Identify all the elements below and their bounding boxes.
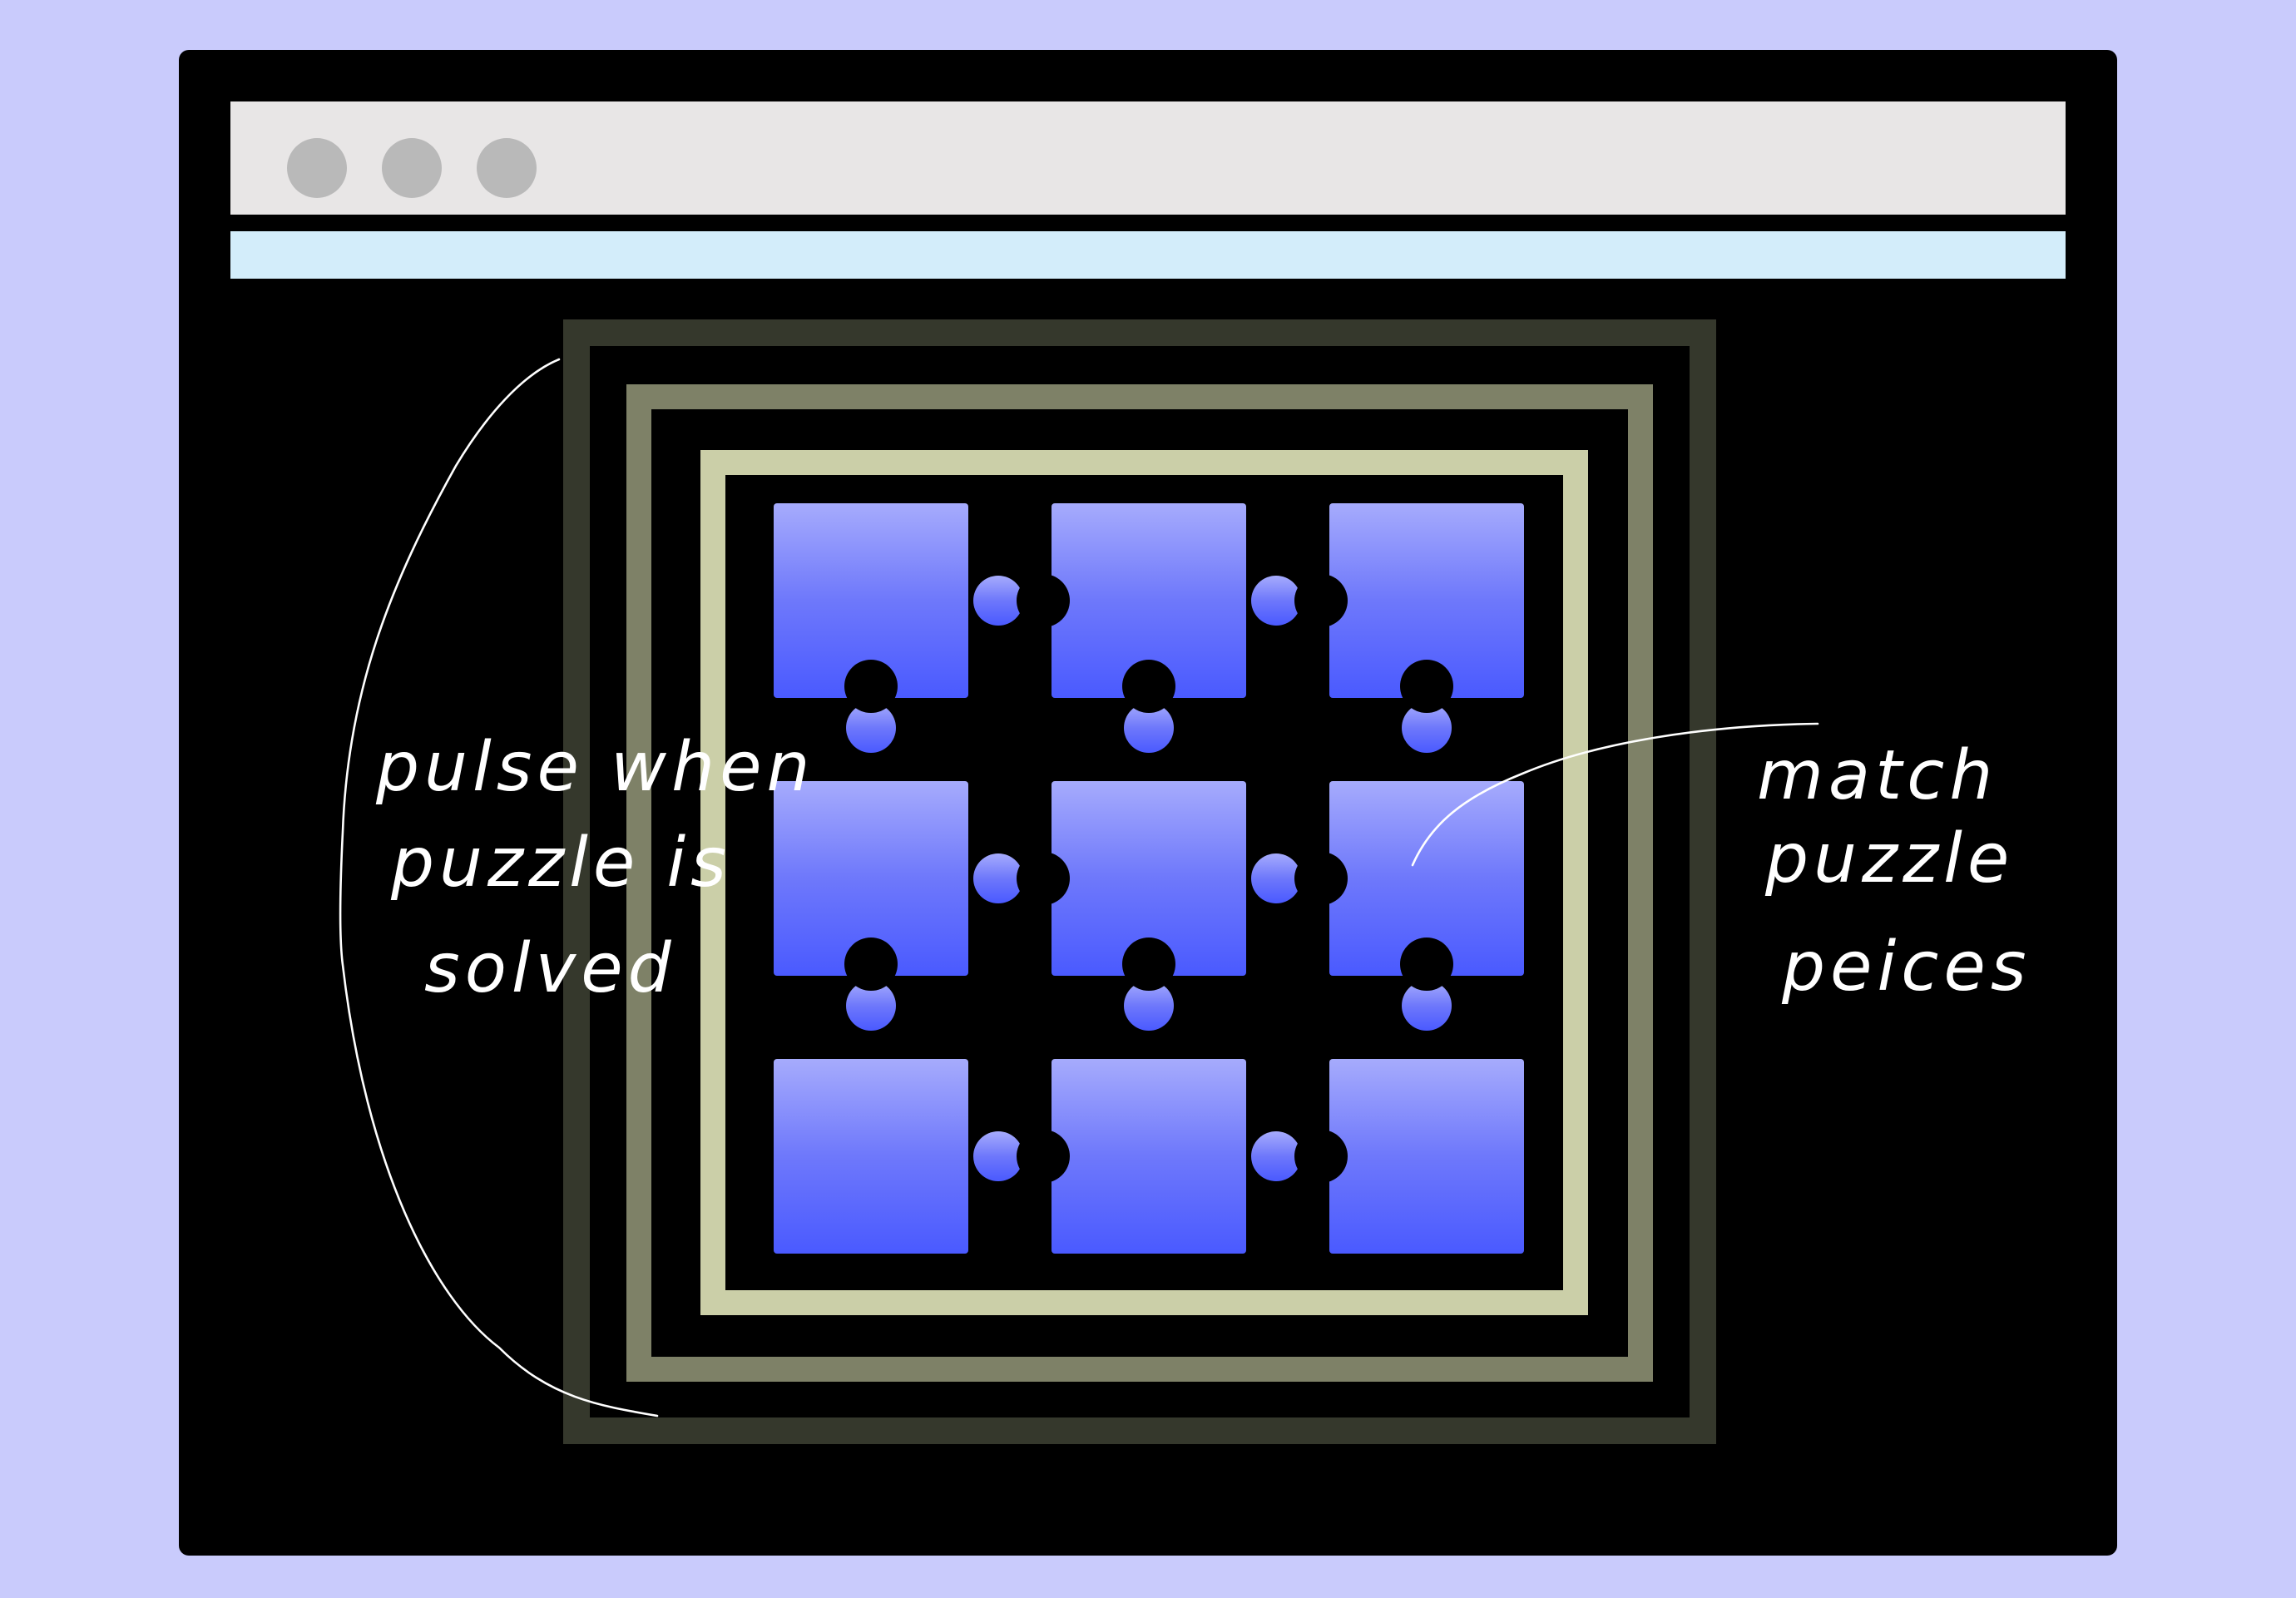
puzzle-piece-3-1[interactable]: [774, 1059, 968, 1254]
puzzle-piece-1-1[interactable]: [774, 503, 968, 698]
puzzle-piece-1-2[interactable]: [1052, 503, 1246, 698]
pulse-note-line-2: puzzle is: [390, 824, 731, 903]
puzzle-tab-v-2-3[interactable]: [1402, 981, 1452, 1031]
puzzle-piece-1-3[interactable]: [1329, 503, 1524, 698]
puzzle-tab-h-3-1[interactable]: [973, 1131, 1023, 1181]
puzzle-tab-h-2-1[interactable]: [973, 853, 1023, 903]
puzzle-pieces: [774, 503, 1524, 1254]
pulse-note-line-1: pulse when: [375, 728, 815, 807]
puzzle-tab-h-1-1[interactable]: [973, 576, 1023, 626]
puzzle-tab-v-1-3[interactable]: [1402, 703, 1452, 753]
puzzle-piece-2-3[interactable]: [1329, 781, 1524, 976]
match-note-line-1: match: [1757, 736, 1997, 815]
puzzle-tab-v-2-1[interactable]: [846, 981, 896, 1031]
pulse-note-line-3: solved: [424, 929, 676, 1008]
puzzle-tab-h-3-2[interactable]: [1251, 1131, 1301, 1181]
game-stage: pulse when puzzle is solved match puzzle…: [339, 319, 2031, 1444]
puzzle-piece-2-1[interactable]: [774, 781, 968, 976]
puzzle-tab-v-2-2[interactable]: [1124, 981, 1174, 1031]
puzzle-piece-2-2[interactable]: [1052, 781, 1246, 976]
puzzle-tab-h-2-2[interactable]: [1251, 853, 1301, 903]
match-note-line-2: puzzle: [1764, 819, 2014, 898]
match-note-line-3: peices: [1781, 928, 2031, 1007]
puzzle-tab-h-1-2[interactable]: [1251, 576, 1301, 626]
puzzle-piece-3-2[interactable]: [1052, 1059, 1246, 1254]
puzzle-piece-3-3[interactable]: [1329, 1059, 1524, 1254]
puzzle-tab-v-1-2[interactable]: [1124, 703, 1174, 753]
puzzle-tab-v-1-1[interactable]: [846, 703, 896, 753]
